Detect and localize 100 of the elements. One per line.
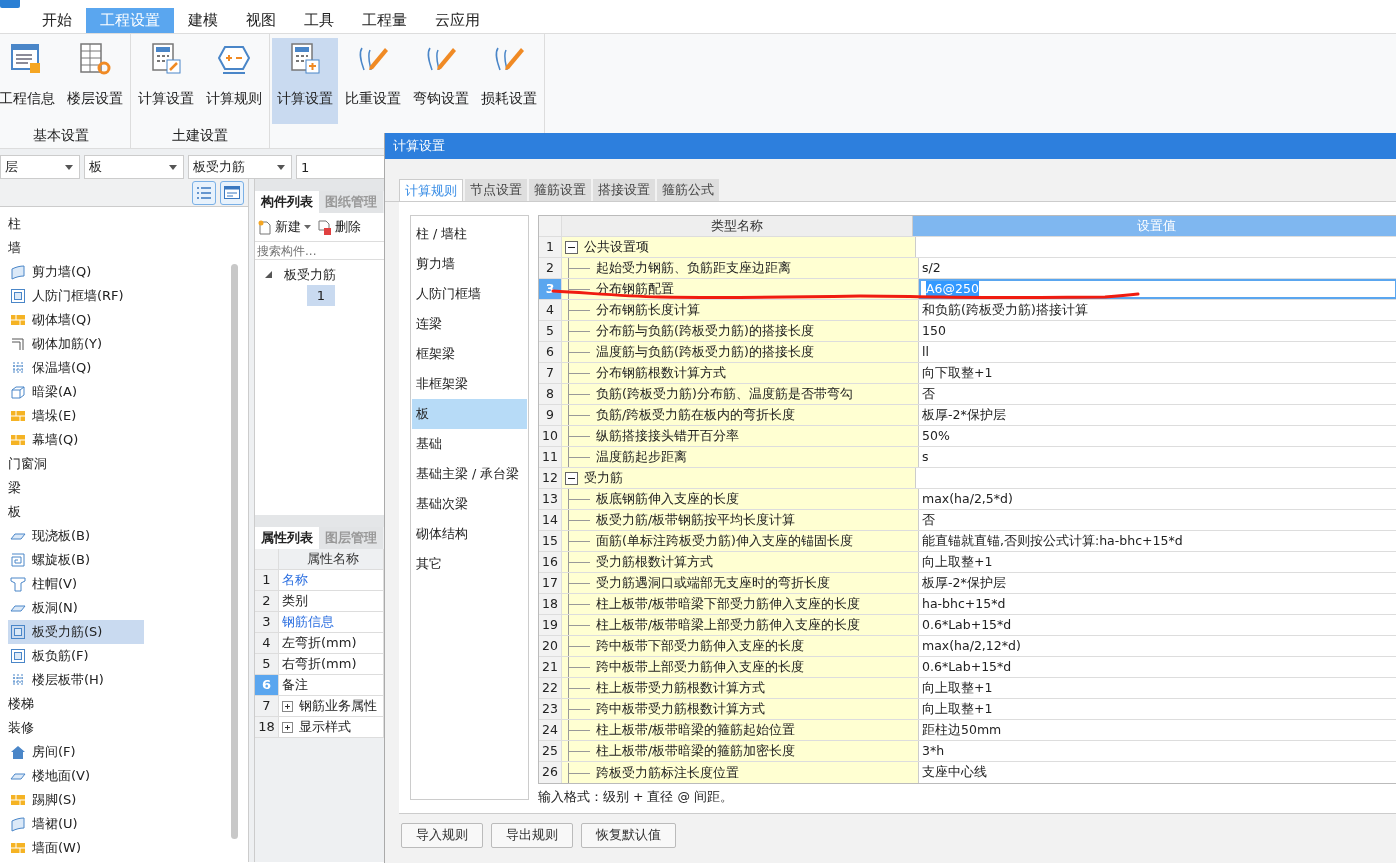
setting-value[interactable]: 和负筋(跨板受力筋)搭接计算 [922, 302, 1088, 317]
setting-value[interactable]: 否 [922, 386, 935, 401]
dialog-button[interactable]: 导入规则 [401, 823, 483, 848]
dialog-tab[interactable]: 箍筋公式 [657, 179, 719, 201]
tree-item[interactable]: 现浇板(B) [8, 524, 144, 548]
new-button[interactable]: 新建 [258, 218, 311, 236]
collapse-icon[interactable] [565, 240, 578, 254]
setting-value[interactable]: ha-bhc+15*d [922, 596, 1006, 611]
setting-value[interactable]: 能直锚就直锚,否则按公式计算:ha-bhc+15*d [922, 533, 1183, 548]
tree-node[interactable]: 板受力筋 [284, 265, 336, 284]
category-item[interactable]: 砌体结构 [412, 519, 527, 549]
menu-tab[interactable]: 视图 [232, 8, 290, 33]
delete-button[interactable]: 删除 [317, 218, 361, 236]
setting-value[interactable]: 向上取整+1 [922, 680, 993, 695]
tree-item[interactable]: 墙面(W) [8, 836, 144, 860]
ribbon-button[interactable]: 弯钩设置 [408, 38, 474, 124]
tree-item[interactable]: 板受力筋(S) [8, 620, 144, 644]
setting-value[interactable]: 3*h [922, 743, 945, 758]
tree-item[interactable]: 砌体加筋(Y) [8, 332, 144, 356]
menu-tab[interactable]: 云应用 [421, 8, 494, 33]
tree-item[interactable]: 板负筋(F) [8, 644, 144, 668]
panel-tab[interactable]: 构件列表 [255, 191, 319, 213]
dropdown[interactable]: 板受力筋 [188, 155, 292, 179]
dialog-tab[interactable]: 节点设置 [465, 179, 527, 201]
tree-category[interactable]: 板 [0, 500, 248, 524]
setting-value[interactable]: 0.6*Lab+15*d [922, 659, 1012, 674]
tree-category[interactable]: 装修 [0, 716, 248, 740]
category-item[interactable]: 其它 [412, 549, 527, 579]
tree-category[interactable]: 梁 [0, 476, 248, 500]
category-item[interactable]: 板 [412, 399, 527, 429]
dropdown[interactable]: 板 [84, 155, 184, 179]
setting-value[interactable]: 支座中心线 [922, 764, 987, 779]
dialog-tab[interactable]: 计算规则 [399, 179, 463, 201]
ribbon-button[interactable]: 计算设置 [272, 38, 338, 124]
setting-value[interactable]: 150 [922, 323, 946, 338]
setting-value[interactable]: 50% [922, 428, 950, 443]
category-item[interactable]: 人防门框墙 [412, 279, 527, 309]
dialog-button[interactable]: 导出规则 [491, 823, 573, 848]
form-view-button[interactable] [220, 180, 244, 205]
category-item[interactable]: 连梁 [412, 309, 527, 339]
search-field[interactable]: 搜索构件... [255, 242, 386, 260]
setting-value[interactable]: 距柱边50mm [922, 722, 1002, 737]
scrollbar[interactable] [231, 264, 238, 839]
dialog-tab[interactable]: 搭接设置 [593, 179, 655, 201]
tree-item[interactable]: 幕墙(Q) [8, 428, 144, 452]
setting-value[interactable]: 向上取整+1 [922, 701, 993, 716]
category-item[interactable]: 基础次梁 [412, 489, 527, 519]
dialog-tab[interactable]: 箍筋设置 [529, 179, 591, 201]
tree-category[interactable]: 柱 [0, 212, 248, 236]
category-item[interactable]: 基础主梁 / 承台梁 [412, 459, 527, 489]
setting-value[interactable]: s [922, 449, 929, 464]
tree-item[interactable]: 楼地面(V) [8, 764, 144, 788]
tree-item[interactable]: 墙裙(U) [8, 812, 144, 836]
setting-value[interactable]: max(ha/2,5*d) [922, 491, 1013, 506]
setting-value[interactable]: ll [922, 344, 929, 359]
ribbon-button[interactable]: 损耗设置 [476, 38, 542, 124]
tree-item[interactable]: 砌体墙(Q) [8, 308, 144, 332]
ribbon-button[interactable]: 计算规则 [201, 38, 267, 124]
list-view-button[interactable] [192, 180, 216, 205]
setting-value[interactable]: s/2 [922, 260, 941, 275]
menu-tab[interactable]: 工程量 [348, 8, 421, 33]
setting-value[interactable]: max(ha/2,12*d) [922, 638, 1021, 653]
menu-tab[interactable]: 工具 [290, 8, 348, 33]
tree-item[interactable]: 剪力墙(Q) [8, 260, 144, 284]
tree-category[interactable]: 楼梯 [0, 692, 248, 716]
setting-value[interactable]: 板厚-2*保护层 [922, 407, 1006, 422]
category-item[interactable]: 基础 [412, 429, 527, 459]
input-field[interactable]: 1 [296, 155, 386, 179]
tree-item[interactable]: 1 [307, 285, 335, 306]
tree-item[interactable]: 踢脚(S) [8, 788, 144, 812]
setting-value[interactable]: 向上取整+1 [922, 554, 993, 569]
tree-item[interactable]: 柱帽(V) [8, 572, 144, 596]
menu-tab[interactable]: 开始 [28, 8, 86, 33]
dialog-button[interactable]: 恢复默认值 [581, 823, 676, 848]
panel-tab[interactable]: 属性列表 [255, 527, 319, 549]
tree-item[interactable]: 暗梁(A) [8, 380, 144, 404]
ribbon-button[interactable]: 楼层设置 [62, 38, 128, 124]
setting-value[interactable]: 0.6*Lab+15*d [922, 617, 1012, 632]
ribbon-button[interactable]: 比重设置 [340, 38, 406, 124]
tree-item[interactable]: 房间(F) [8, 740, 144, 764]
category-item[interactable]: 框架梁 [412, 339, 527, 369]
ribbon-button[interactable]: 工程信息 [0, 38, 60, 124]
collapse-icon[interactable] [565, 471, 578, 485]
tree-item[interactable]: 墙垛(E) [8, 404, 144, 428]
category-item[interactable]: 剪力墙 [412, 249, 527, 279]
tree-item[interactable]: 楼层板带(H) [8, 668, 144, 692]
tree-item[interactable]: 板洞(N) [8, 596, 144, 620]
tree-category[interactable]: 门窗洞 [0, 452, 248, 476]
category-item[interactable]: 非框架梁 [412, 369, 527, 399]
setting-value[interactable]: 板厚-2*保护层 [922, 575, 1006, 590]
menu-tab[interactable]: 建模 [174, 8, 232, 33]
category-item[interactable]: 柱 / 墙柱 [412, 219, 527, 249]
tree-item[interactable]: 保温墙(Q) [8, 356, 144, 380]
tree-item[interactable]: 人防门框墙(RF) [8, 284, 144, 308]
tree-item[interactable]: 螺旋板(B) [8, 548, 144, 572]
dropdown[interactable]: 层 [0, 155, 80, 179]
setting-value[interactable]: 向下取整+1 [922, 365, 993, 380]
setting-value[interactable]: 否 [922, 512, 935, 527]
ribbon-button[interactable]: 计算设置 [133, 38, 199, 124]
tree-category[interactable]: 墙 [0, 236, 248, 260]
